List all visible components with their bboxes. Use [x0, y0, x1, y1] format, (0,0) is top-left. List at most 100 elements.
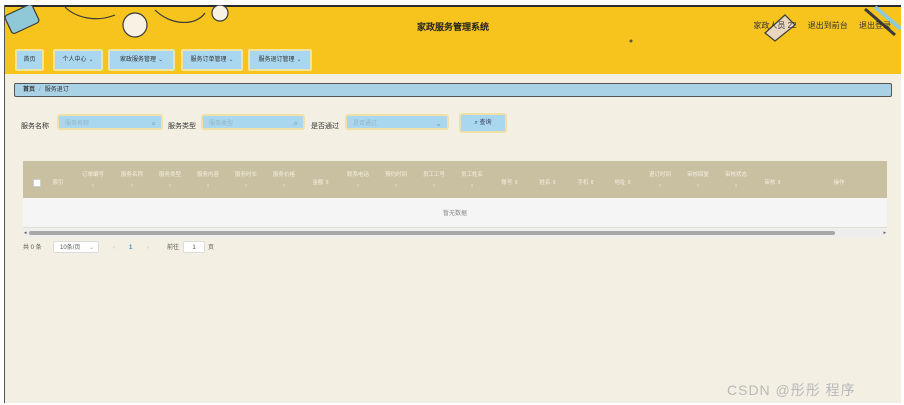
col-index-label: 索引 — [52, 180, 64, 186]
col-name-text: 姓名 — [539, 180, 551, 186]
sort-icon: ⇕ — [776, 180, 782, 186]
page-size-select[interactable]: 10条/页 ⌄ — [53, 241, 99, 253]
chevron-down-icon: ⌄ — [435, 119, 442, 128]
passed-select[interactable]: 是否通过 ⌄ — [345, 114, 449, 130]
col-actions: 操作 — [791, 161, 887, 198]
col-review-text: 审核 — [764, 180, 776, 186]
nav-personal-center-label: 个人中心 — [62, 57, 87, 63]
page-unit-label: 页 — [208, 245, 215, 251]
col-review-label: 审核 ⇕ — [755, 178, 791, 186]
scroll-right-icon[interactable]: ▸ — [883, 229, 886, 237]
nav-home-label: 首页 — [23, 57, 36, 63]
col-name-label: 姓名 ⇕ — [529, 178, 567, 186]
col-phone[interactable]: 联系电话 ⇕ — [339, 161, 377, 198]
service-type-input[interactable]: 服务类型 ⌕ — [201, 114, 305, 130]
breadcrumb-home[interactable]: 首页 — [23, 87, 35, 93]
col-service-name[interactable]: 服务名称 ⇕ — [113, 161, 151, 198]
col-review-status-label: 审核状态 — [724, 172, 747, 178]
sort-icon: ⇕ — [734, 183, 738, 188]
col-mobile-text: 手机 — [577, 180, 589, 186]
col-employee-id-label: 员工工号 — [422, 172, 445, 178]
select-all-checkbox[interactable] — [33, 179, 41, 187]
sort-icon: ⇕ — [696, 183, 700, 188]
col-employee-name[interactable]: 员工姓名 ⇕ — [453, 161, 491, 198]
col-appointment-time[interactable]: 预约时间 ⇕ — [377, 161, 415, 198]
query-button[interactable]: ⌕ 查询 — [459, 113, 507, 133]
col-amount-text: 金额 — [312, 180, 324, 186]
exit-to-frontend-link[interactable]: 退出到前台 — [808, 21, 848, 30]
sort-icon: ⇕ — [91, 183, 95, 188]
goto-label: 前往 — [167, 245, 180, 251]
logout-link[interactable]: 退出登录 — [859, 21, 891, 30]
sort-icon: ⇕ — [589, 180, 595, 186]
col-service-type[interactable]: 服务类型 ⇕ — [151, 161, 189, 198]
col-review[interactable]: 审核 ⇕ — [755, 161, 791, 198]
col-service-content[interactable]: 服务内容 ⇕ — [189, 161, 227, 198]
top-header: 家政服务管理系统 家政人员 22 退出到前台 退出登录 — [5, 5, 901, 44]
current-user-label: 家政人员 22 — [753, 21, 797, 30]
chevron-down-icon: ⌄ — [157, 57, 164, 63]
col-address[interactable]: 地址 ⇕ — [605, 161, 641, 198]
col-unsubscribe-time-label: 退订时间 — [648, 172, 671, 178]
sort-icon: ⇕ — [551, 180, 557, 186]
col-account[interactable]: 账号 ⇕ — [491, 161, 529, 198]
col-mobile-label: 手机 ⇕ — [567, 178, 605, 186]
col-actions-label: 操作 — [833, 180, 845, 186]
col-amount-label: 金额 ⇕ — [303, 178, 339, 186]
service-name-label: 服务名称 — [21, 123, 49, 130]
service-type-placeholder: 服务类型 — [209, 121, 234, 127]
query-button-label: 查询 — [479, 120, 492, 126]
passed-label: 是否通过 — [311, 123, 339, 130]
prev-page-button[interactable]: ‹ — [113, 242, 115, 254]
nav-unsubscribe-management[interactable]: 服务退订管理 ⌄ — [248, 49, 312, 71]
chevron-down-icon: ⌄ — [296, 57, 302, 63]
goto-page-input[interactable]: 1 — [183, 241, 205, 253]
col-account-text: 账号 — [501, 180, 513, 186]
main-nav: 首页 个人中心 ⌄ 家政服务管理 ⌄ 服务订单管理 ⌄ 服务退订管理 ⌄ — [5, 44, 901, 74]
scroll-left-icon[interactable]: ◂ — [24, 229, 27, 237]
col-address-label: 地址 ⇕ — [605, 178, 641, 186]
col-service-duration-label: 服务时长 — [234, 172, 257, 178]
sort-icon: ⇕ — [324, 180, 330, 186]
chevron-down-icon: ⌄ — [88, 245, 94, 251]
col-service-price[interactable]: 服务价格 ⇕ — [265, 161, 303, 198]
col-address-text: 地址 — [614, 180, 626, 186]
col-index: 索引 — [49, 161, 67, 198]
nav-personal-center[interactable]: 个人中心 ⌄ — [53, 49, 103, 71]
nav-order-management-label: 服务订单管理 — [190, 57, 227, 63]
page-size-value: 10条/页 — [60, 245, 81, 251]
scrollbar-thumb[interactable] — [29, 231, 835, 235]
breadcrumb: 首页 / 服务退订 — [14, 83, 892, 97]
col-mobile[interactable]: 手机 ⇕ — [567, 161, 605, 198]
passed-placeholder: 是否通过 — [353, 121, 378, 127]
col-service-name-label: 服务名称 — [120, 172, 143, 178]
col-review-reply[interactable]: 审核回复 ⇕ — [679, 161, 717, 198]
chevron-down-icon: ⌄ — [228, 57, 234, 63]
col-employee-id[interactable]: 员工工号 ⇕ — [415, 161, 453, 198]
nav-service-management[interactable]: 家政服务管理 ⌄ — [108, 49, 175, 71]
sort-icon: ⇕ — [356, 183, 360, 188]
nav-home[interactable]: 首页 — [15, 49, 44, 71]
sort-icon: ⇕ — [168, 183, 172, 188]
horizontal-scrollbar[interactable]: ◂ ▸ — [23, 229, 887, 237]
app-frame: 家政服务管理系统 家政人员 22 退出到前台 退出登录 首页 个人中心 ⌄ 家政服… — [4, 5, 901, 403]
sort-icon: ⇕ — [432, 183, 436, 188]
service-name-input[interactable]: 服务名称 ⌕ — [57, 114, 163, 130]
service-name-placeholder: 服务名称 — [65, 121, 90, 127]
col-order-no[interactable]: 订单编号 ⇕ — [73, 161, 113, 198]
col-service-price-label: 服务价格 — [272, 172, 295, 178]
col-review-status[interactable]: 审核状态 ⇕ — [717, 161, 755, 198]
col-amount[interactable]: 金额 ⇕ — [303, 161, 339, 198]
col-unsubscribe-time[interactable]: 退订时间 ⇕ — [641, 161, 679, 198]
col-service-type-label: 服务类型 — [158, 172, 181, 178]
col-service-duration[interactable]: 服务时长 ⇕ — [227, 161, 265, 198]
col-name[interactable]: 姓名 ⇕ — [529, 161, 567, 198]
current-page-number[interactable]: 1 — [129, 242, 132, 254]
service-type-label: 服务类型 — [168, 123, 196, 130]
empty-state-text: 暂无数据 — [442, 211, 467, 217]
chevron-down-icon: ⌄ — [88, 57, 94, 63]
nav-order-management[interactable]: 服务订单管理 ⌄ — [181, 49, 243, 71]
sort-icon: ⇕ — [244, 183, 248, 188]
next-page-button[interactable]: › — [147, 242, 149, 254]
header-actions: 家政人员 22 退出到前台 退出登录 — [744, 20, 891, 31]
